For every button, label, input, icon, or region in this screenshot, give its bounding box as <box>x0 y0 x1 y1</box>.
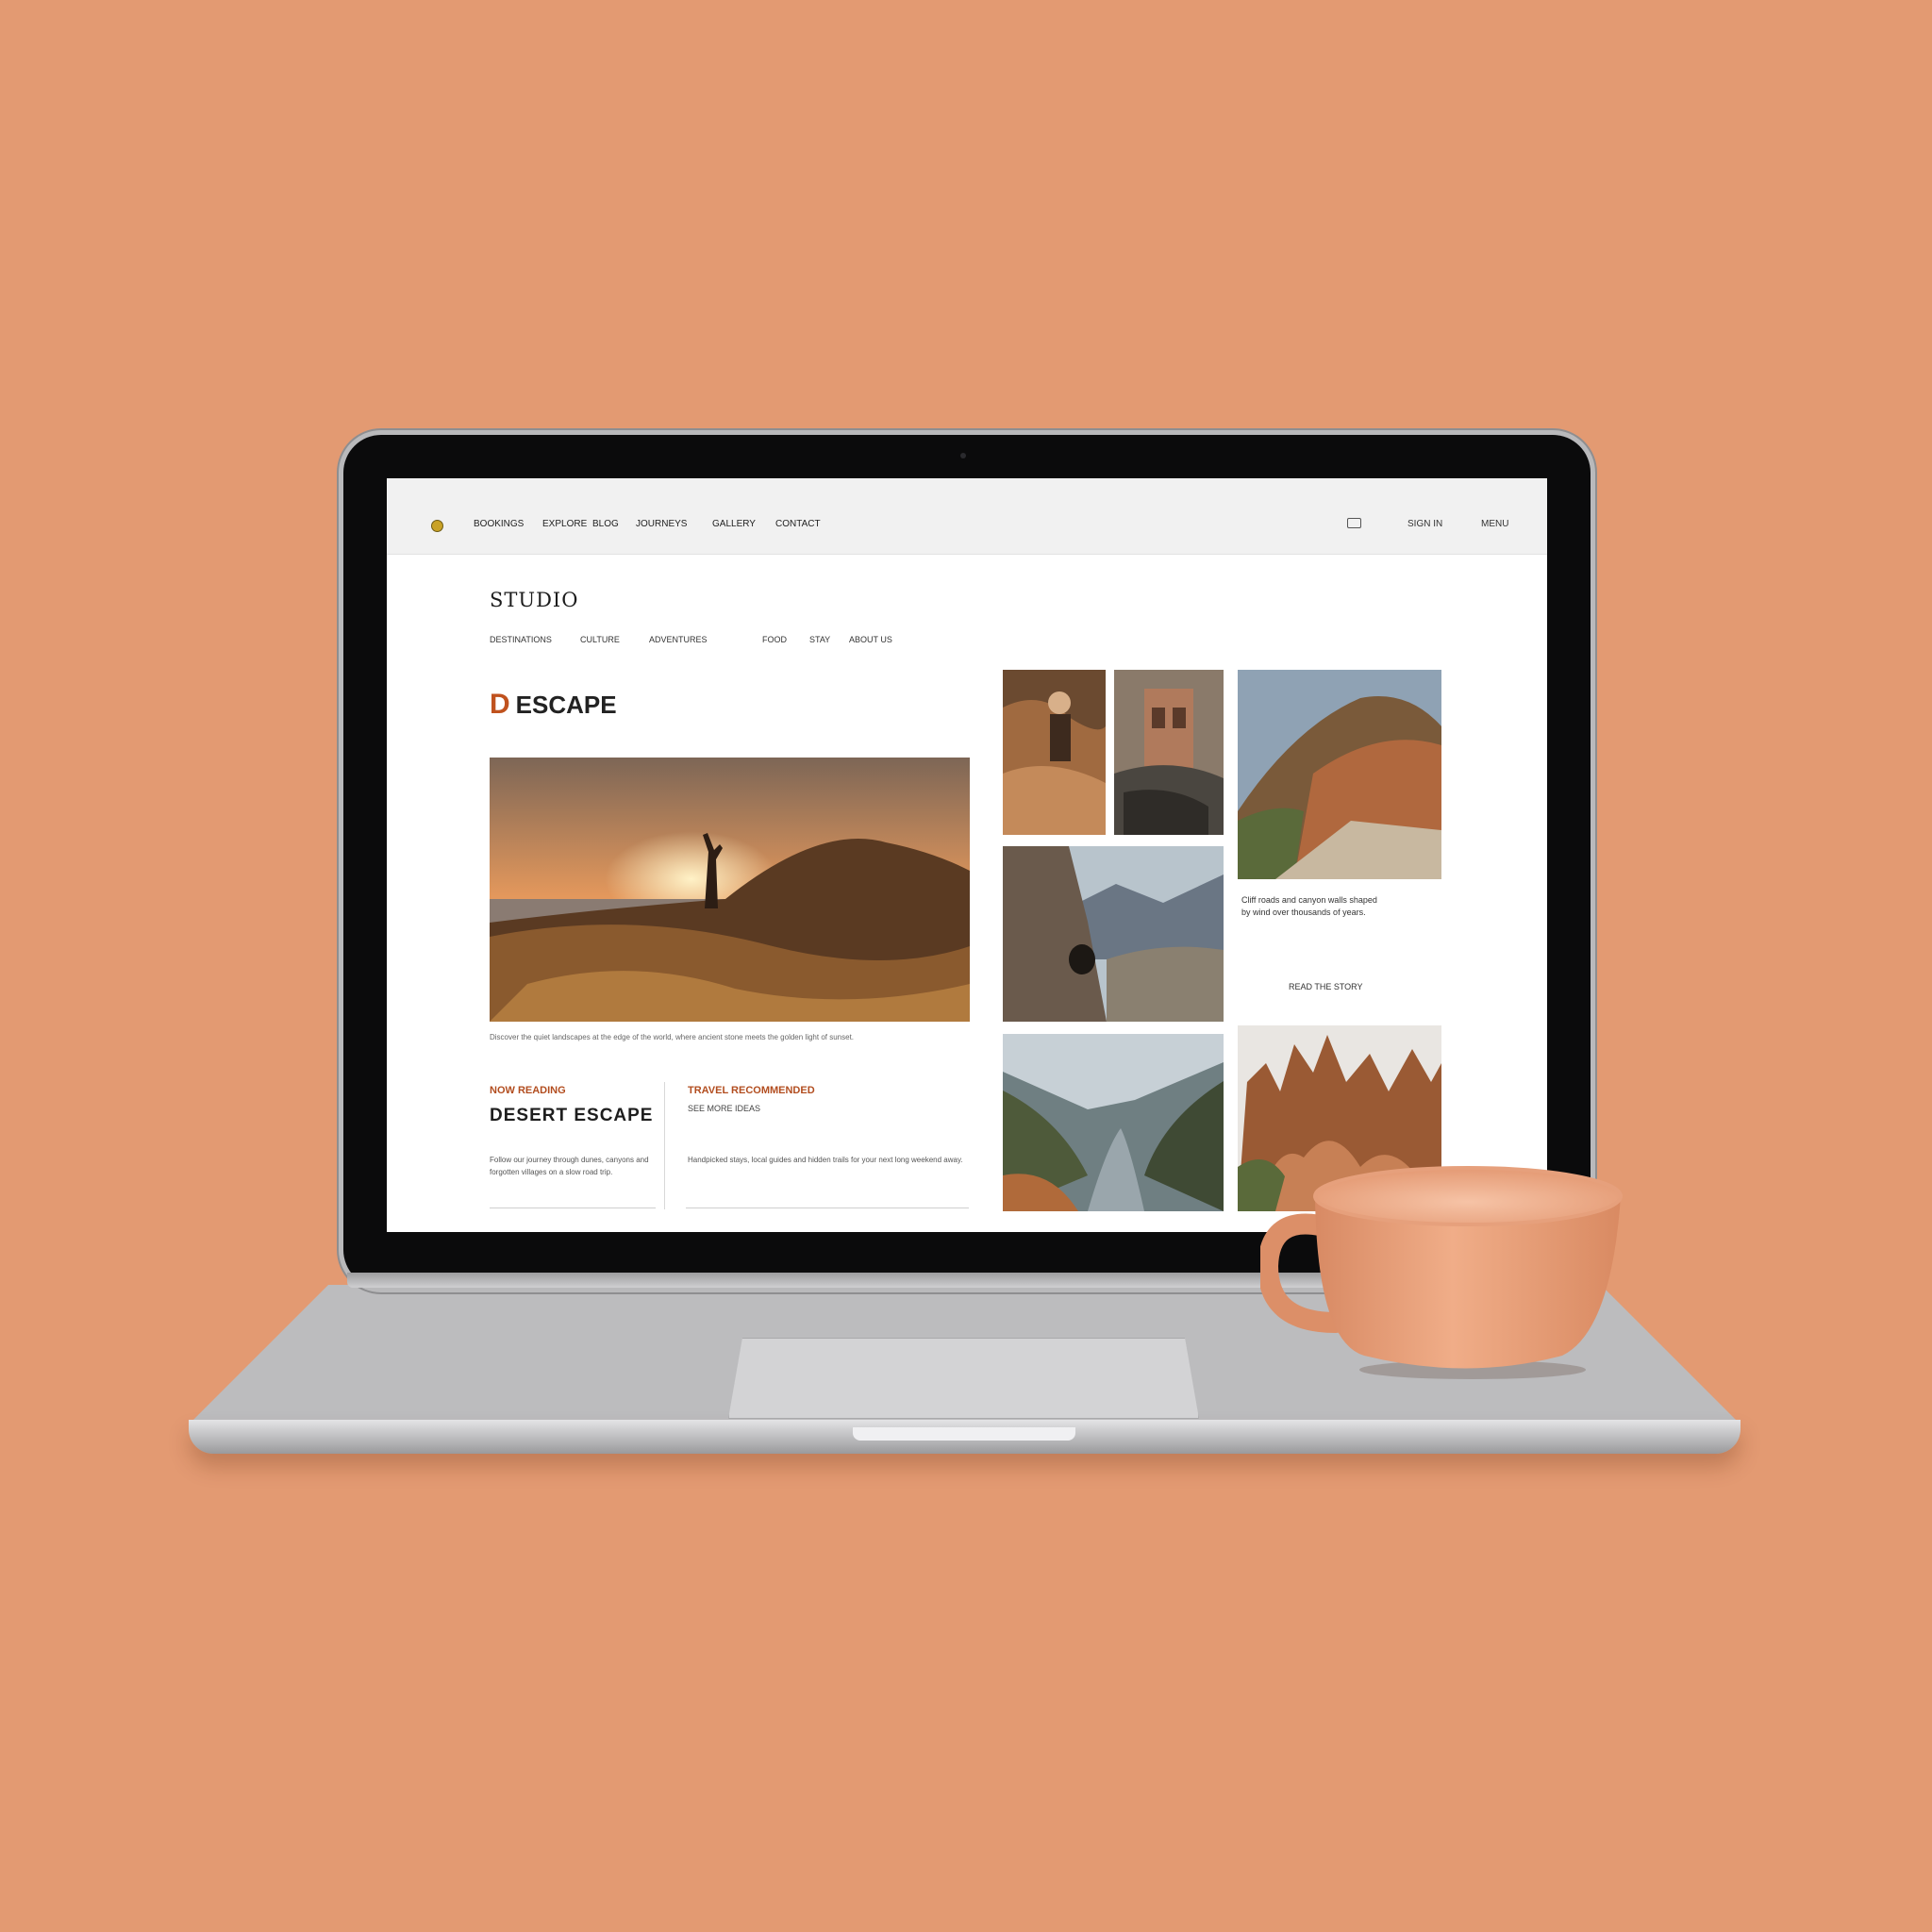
website-screen: BOOKINGS EXPLORE BLOG JOURNEYS GALLERY C… <box>387 478 1547 1232</box>
card-2-body: Handpicked stays, local guides and hidde… <box>688 1156 963 1164</box>
nav-link-gallery[interactable]: GALLERY <box>712 519 756 529</box>
subnav-food[interactable]: FOOD <box>762 635 787 644</box>
card-1-title[interactable]: DESERT ESCAPE <box>490 1106 653 1126</box>
top-navigation-bar: BOOKINGS EXPLORE BLOG JOURNEYS GALLERY C… <box>387 478 1547 555</box>
logo-icon[interactable] <box>431 520 443 532</box>
hero-heading: D ESCAPE <box>490 689 617 721</box>
trackpad[interactable] <box>728 1338 1199 1419</box>
sign-in-link[interactable]: SIGN IN <box>1407 519 1442 529</box>
subnav-culture[interactable]: CULTURE <box>580 635 620 644</box>
nav-link-contact[interactable]: CONTACT <box>775 519 821 529</box>
chat-icon[interactable] <box>1347 518 1361 528</box>
card-2-subtitle[interactable]: SEE MORE IDEAS <box>688 1104 760 1113</box>
gallery-photo-canyon-tunnel[interactable] <box>1003 846 1224 1022</box>
read-story-link[interactable]: READ THE STORY <box>1289 982 1363 991</box>
gallery-photo-temple[interactable] <box>1114 670 1224 835</box>
nav-link-explore[interactable]: EXPLORE <box>542 519 587 529</box>
gallery-photo-cliff-road[interactable] <box>1238 670 1441 879</box>
hero-caption: Discover the quiet landscapes at the edg… <box>490 1033 855 1041</box>
hero-photo[interactable] <box>490 758 970 1022</box>
card-1-body: Follow our journey through dunes, canyon… <box>490 1156 649 1176</box>
hero-heading-text: ESCAPE <box>515 691 617 719</box>
coffee-mug <box>1257 1162 1628 1381</box>
card-separator <box>664 1082 665 1209</box>
subnav-stay[interactable]: STAY <box>809 635 830 644</box>
nav-link-journeys[interactable]: JOURNEYS <box>636 519 687 529</box>
subnav-adventures[interactable]: ADVENTURES <box>649 635 708 644</box>
nav-link-bookings[interactable]: BOOKINGS <box>474 519 524 529</box>
lid-notch <box>853 1427 1075 1441</box>
hero-accent-letter: D <box>490 689 510 720</box>
webcam-icon <box>960 453 966 458</box>
gallery-photo-river-valley[interactable] <box>1003 1034 1224 1211</box>
card-2-kicker: TRAVEL RECOMMENDED <box>688 1085 815 1096</box>
menu-link[interactable]: MENU <box>1481 519 1508 529</box>
site-title: STUDIO <box>490 589 579 611</box>
gallery-side-text: Cliff roads and canyon walls shaped by w… <box>1241 895 1377 917</box>
card-1-kicker: NOW READING <box>490 1085 566 1096</box>
gallery-photo-rock-carvings[interactable] <box>1003 670 1106 835</box>
subnav-destinations[interactable]: DESTINATIONS <box>490 635 552 644</box>
nav-link-blog[interactable]: BLOG <box>592 519 619 529</box>
subnav-about[interactable]: ABOUT US <box>849 635 892 644</box>
